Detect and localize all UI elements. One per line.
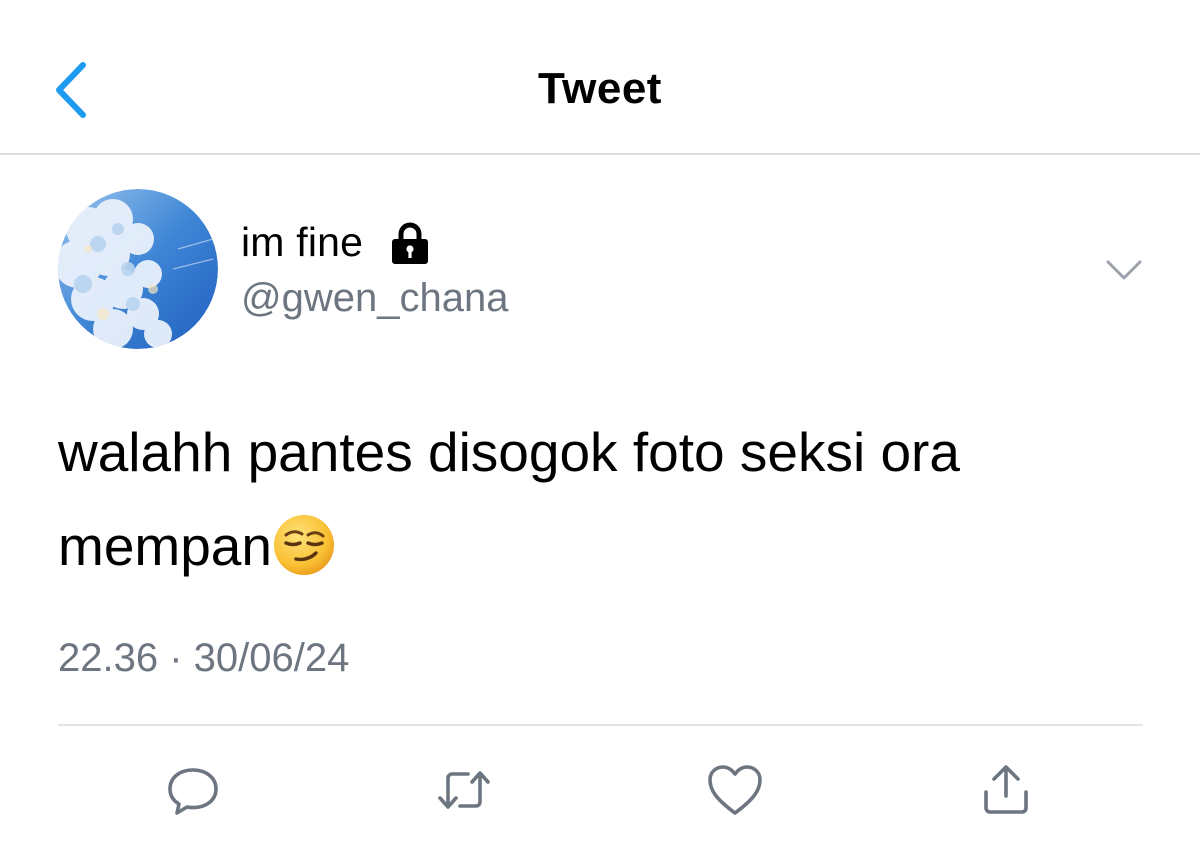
divider — [58, 724, 1143, 726]
chevron-down-icon — [1106, 260, 1142, 280]
share-button[interactable] — [976, 760, 1036, 820]
page-title: Tweet — [538, 64, 662, 113]
nav-bar: Tweet — [0, 0, 1200, 155]
retweet-button[interactable] — [434, 760, 494, 820]
avatar-image — [58, 189, 218, 349]
tweet-body: walahh pantes disogok foto seksi ora mem… — [58, 421, 960, 577]
like-icon — [708, 765, 762, 815]
author-name-row[interactable]: im fine — [241, 214, 431, 270]
smirking-face-emoji — [273, 515, 334, 575]
tweet-timestamp: 22.36 · 30/06/24 — [58, 636, 350, 680]
handle[interactable]: @gwen_chana — [241, 276, 508, 321]
share-icon — [984, 765, 1028, 814]
retweet-icon — [438, 771, 490, 809]
lock-icon — [392, 222, 429, 264]
reply-button[interactable] — [163, 760, 223, 820]
more-options-button[interactable] — [1102, 252, 1146, 288]
avatar[interactable] — [58, 189, 218, 349]
reply-icon — [168, 768, 218, 815]
like-button[interactable] — [705, 760, 765, 820]
tweet-text: walahh pantes disogok foto seksi ora mem… — [58, 405, 1158, 593]
display-name[interactable]: im fine — [241, 219, 363, 266]
